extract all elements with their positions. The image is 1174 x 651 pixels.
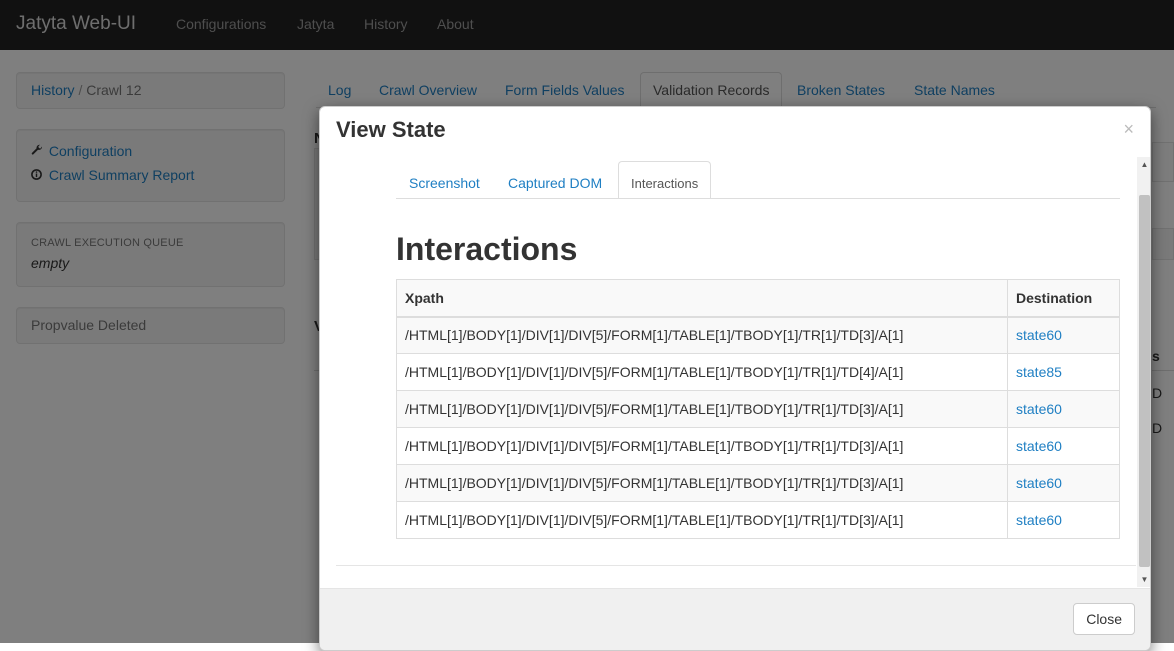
- table-row: /HTML[1]/BODY[1]/DIV[1]/DIV[5]/FORM[1]/T…: [396, 316, 1120, 354]
- table-row: /HTML[1]/BODY[1]/DIV[1]/DIV[5]/FORM[1]/T…: [396, 427, 1120, 465]
- xpath-cell: /HTML[1]/BODY[1]/DIV[1]/DIV[5]/FORM[1]/T…: [396, 353, 1008, 391]
- table-row: /HTML[1]/BODY[1]/DIV[1]/DIV[5]/FORM[1]/T…: [396, 501, 1120, 539]
- interactions-heading: Interactions: [396, 231, 578, 267]
- interactions-table: Xpath Destination /HTML[1]/BODY[1]/DIV[1…: [396, 279, 1120, 539]
- xpath-column-header: Xpath: [396, 279, 1008, 318]
- table-row: /HTML[1]/BODY[1]/DIV[1]/DIV[5]/FORM[1]/T…: [396, 464, 1120, 502]
- table-row: /HTML[1]/BODY[1]/DIV[1]/DIV[5]/FORM[1]/T…: [396, 353, 1120, 391]
- scroll-up-arrow-icon[interactable]: ▲: [1137, 157, 1150, 172]
- destination-link[interactable]: state60: [1016, 438, 1062, 454]
- xpath-cell: /HTML[1]/BODY[1]/DIV[1]/DIV[5]/FORM[1]/T…: [396, 390, 1008, 428]
- xpath-cell: /HTML[1]/BODY[1]/DIV[1]/DIV[5]/FORM[1]/T…: [396, 316, 1008, 354]
- close-icon[interactable]: ×: [1123, 119, 1134, 140]
- destination-link[interactable]: state60: [1016, 475, 1062, 491]
- destination-link[interactable]: state60: [1016, 401, 1062, 417]
- scrollbar-thumb[interactable]: [1139, 195, 1150, 567]
- destination-column-header: Destination: [1007, 279, 1120, 318]
- destination-link[interactable]: state60: [1016, 327, 1062, 343]
- table-header-row: Xpath Destination: [396, 279, 1120, 318]
- tab-interactions[interactable]: Interactions: [618, 161, 712, 199]
- modal-tabs-divider: [396, 198, 1120, 199]
- scroll-down-arrow-icon[interactable]: ▼: [1137, 572, 1150, 587]
- xpath-cell: /HTML[1]/BODY[1]/DIV[1]/DIV[5]/FORM[1]/T…: [396, 501, 1008, 539]
- tab-screenshot[interactable]: Screenshot: [409, 175, 480, 191]
- destination-link[interactable]: state60: [1016, 512, 1062, 528]
- modal-scrollbar[interactable]: ▲ ▼: [1137, 157, 1150, 587]
- xpath-cell: /HTML[1]/BODY[1]/DIV[1]/DIV[5]/FORM[1]/T…: [396, 464, 1008, 502]
- destination-link[interactable]: state85: [1016, 364, 1062, 380]
- view-state-modal: View State × Screenshot Captured DOM Int…: [319, 106, 1151, 651]
- modal-footer: Close: [320, 588, 1150, 650]
- xpath-cell: /HTML[1]/BODY[1]/DIV[1]/DIV[5]/FORM[1]/T…: [396, 427, 1008, 465]
- modal-body: Screenshot Captured DOM Interactions Int…: [320, 157, 1150, 587]
- tab-captured-dom[interactable]: Captured DOM: [508, 175, 602, 191]
- close-button[interactable]: Close: [1073, 603, 1135, 635]
- modal-title: View State: [336, 117, 446, 142]
- table-row: /HTML[1]/BODY[1]/DIV[1]/DIV[5]/FORM[1]/T…: [396, 390, 1120, 428]
- modal-body-divider: [336, 565, 1136, 566]
